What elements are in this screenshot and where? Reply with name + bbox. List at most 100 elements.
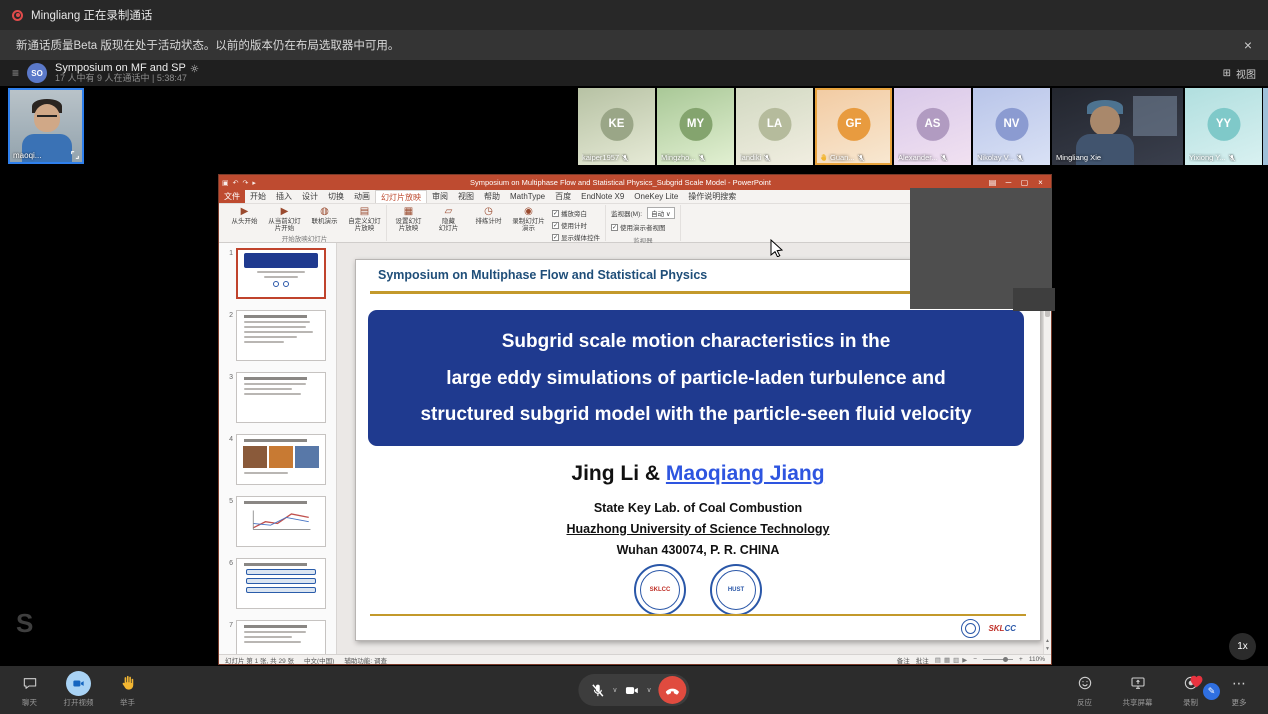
share-screen-button[interactable]: 共享屏幕	[1114, 671, 1161, 708]
undo-icon[interactable]: ↶	[233, 179, 239, 187]
minimize-icon[interactable]: ─	[1001, 178, 1016, 187]
participant-tile[interactable]: NVNikolay V...	[973, 88, 1050, 165]
ribbon-button[interactable]: ▶从头开始	[226, 205, 263, 225]
self-video-tile[interactable]: maoqi...	[8, 88, 84, 164]
playback-speed-badge[interactable]: 1x	[1229, 633, 1256, 660]
ppt-tab[interactable]: 视图	[453, 190, 479, 203]
ribbon-button[interactable]: ▶从当前幻灯 片开始	[266, 205, 303, 232]
zoom-level[interactable]: 110%	[1029, 656, 1045, 663]
raised-hand-icon	[819, 153, 828, 162]
zoom-slider[interactable]	[983, 659, 1013, 660]
ppt-tab[interactable]: OneKey Lite	[629, 190, 683, 203]
view-button[interactable]: ⊞ 视图	[1223, 66, 1256, 81]
normal-view-icon[interactable]: ▤	[935, 656, 941, 664]
redo-icon[interactable]: ↷	[243, 179, 249, 187]
overlay-panel-step	[1013, 288, 1055, 311]
window-close-icon[interactable]: ×	[1033, 178, 1048, 187]
slide-logos: SKLCC HUST	[356, 564, 1040, 616]
ppt-tab[interactable]: 插入	[271, 190, 297, 203]
end-call-button[interactable]	[659, 676, 687, 704]
save-icon[interactable]: ▣	[222, 179, 229, 187]
slide-thumbnail[interactable]	[236, 558, 326, 609]
ribbon-button[interactable]: ◷排练计时	[470, 205, 507, 225]
more-options-button[interactable]: ⋯ 更多	[1220, 671, 1258, 708]
video-toggle-button[interactable]: 打开视频	[55, 671, 102, 708]
raise-hand-button[interactable]: 举手	[104, 671, 151, 708]
ribbon-display-icon[interactable]: ▤	[985, 178, 1000, 187]
expand-icon[interactable]	[70, 150, 80, 160]
self-name: maoqi...	[13, 151, 41, 160]
ppt-tab[interactable]: 操作说明搜索	[683, 190, 741, 203]
ribbon-checkbox[interactable]: ✓显示媒体控件	[552, 232, 600, 242]
comments-toggle[interactable]: 批注	[916, 655, 929, 665]
ppt-tab[interactable]: 动画	[349, 190, 375, 203]
close-icon[interactable]: ×	[1244, 37, 1252, 53]
participant-avatar: MY	[679, 107, 712, 140]
ppt-tab[interactable]: 审阅	[427, 190, 453, 203]
camera-options-chevron-icon[interactable]: ∨	[647, 686, 652, 694]
ppt-tab[interactable]: 帮助	[479, 190, 505, 203]
slideshow-view-icon[interactable]: ▶	[962, 656, 967, 664]
ppt-tab[interactable]: 开始	[245, 190, 271, 203]
ribbon-button-icon: ▱	[445, 207, 453, 217]
mic-options-chevron-icon[interactable]: ∨	[612, 686, 617, 694]
sorter-view-icon[interactable]: ▦	[944, 656, 950, 664]
start-slideshow-icon[interactable]: ▸	[252, 179, 256, 187]
slide-thumbnail[interactable]	[236, 372, 326, 423]
participant-tile[interactable]: LAlandiki	[736, 88, 813, 165]
participant-tile[interactable]: Mingliang Xie	[1052, 88, 1183, 165]
participant-tile[interactable]: KEkaiper1957	[578, 88, 655, 165]
annotate-pen-button[interactable]: ✎	[1203, 683, 1220, 700]
zoom-out-icon[interactable]: −	[973, 656, 977, 663]
ribbon-button-icon: ▶	[241, 207, 249, 217]
participant-avatar: AS	[916, 107, 949, 140]
mic-muted-icon[interactable]	[590, 683, 605, 698]
presenter-view-checkbox[interactable]: ✓使用演示者视图	[611, 222, 675, 232]
settings-gear-icon[interactable]	[190, 64, 199, 73]
ppt-tab[interactable]: 文件	[219, 190, 245, 203]
ribbon-button[interactable]: ◉录制幻灯片 演示	[510, 205, 547, 232]
participant-tile[interactable]: ASAlexander...	[894, 88, 971, 165]
notification-text: 新通话质量Beta 版现在处于活动状态。以前的版本仍在布局选取器中可用。	[16, 37, 399, 53]
ribbon-button-icon: ◍	[320, 207, 329, 217]
recording-icon	[12, 10, 23, 21]
ribbon-button[interactable]: ▱隐藏 幻灯片	[430, 205, 467, 232]
camera-icon[interactable]	[625, 683, 640, 698]
chat-icon	[22, 675, 38, 691]
ribbon-button[interactable]: ◍联机演示	[306, 205, 343, 225]
ppt-tab[interactable]: 百度	[550, 190, 576, 203]
previous-slide-icon[interactable]: ▲	[1045, 638, 1050, 644]
chat-button[interactable]: 聊天	[6, 671, 53, 708]
ppt-tab[interactable]: MathType	[505, 190, 550, 203]
reading-view-icon[interactable]: ▥	[953, 656, 959, 664]
zoom-in-icon[interactable]: +	[1019, 656, 1023, 663]
slide-thumbnail[interactable]	[236, 496, 326, 547]
next-slide-icon[interactable]: ▼	[1045, 646, 1050, 652]
ppt-tab[interactable]: 设计	[297, 190, 323, 203]
ppt-tab[interactable]: 切换	[323, 190, 349, 203]
ribbon-checkbox[interactable]: ✓播放旁白	[552, 208, 600, 218]
menu-icon[interactable]: ≡	[12, 66, 19, 80]
language-indicator[interactable]: 中文(中国)	[304, 655, 334, 665]
participant-tile[interactable]: YYYixiong Y...	[1185, 88, 1262, 165]
ribbon-checkbox[interactable]: ✓使用计时	[552, 220, 600, 230]
slide-thumbnail[interactable]	[236, 248, 326, 299]
camera-icon	[72, 677, 85, 690]
participant-tile[interactable]: GFGuan...	[815, 88, 892, 165]
ribbon-button[interactable]: ▦设置幻灯 片放映	[390, 205, 427, 232]
ppt-tab[interactable]: 幻灯片放映	[375, 190, 427, 203]
notes-toggle[interactable]: 备注	[897, 655, 910, 665]
monitor-dropdown[interactable]: 自动 ∨	[647, 207, 675, 219]
reactions-button[interactable]: 反应	[1061, 671, 1108, 708]
slide-thumbnail[interactable]	[236, 310, 326, 361]
slide-thumbnail[interactable]	[236, 434, 326, 485]
slide-thumbnail[interactable]	[236, 620, 326, 654]
ppt-tab[interactable]: EndNote X9	[576, 190, 629, 203]
participants-row: KEkaiper1957MYMingzho...LAlandikiGFGuan.…	[578, 88, 1262, 165]
participant-tile[interactable]: MYMingzho...	[657, 88, 734, 165]
participant-name: Nikolay V...	[977, 153, 1047, 162]
slide-number: 2	[224, 310, 233, 361]
accessibility-status[interactable]: 辅助功能: 调查	[344, 655, 387, 665]
maximize-icon[interactable]: ▢	[1017, 178, 1032, 187]
ribbon-button[interactable]: ▤自定义幻灯 片放映	[346, 205, 383, 232]
